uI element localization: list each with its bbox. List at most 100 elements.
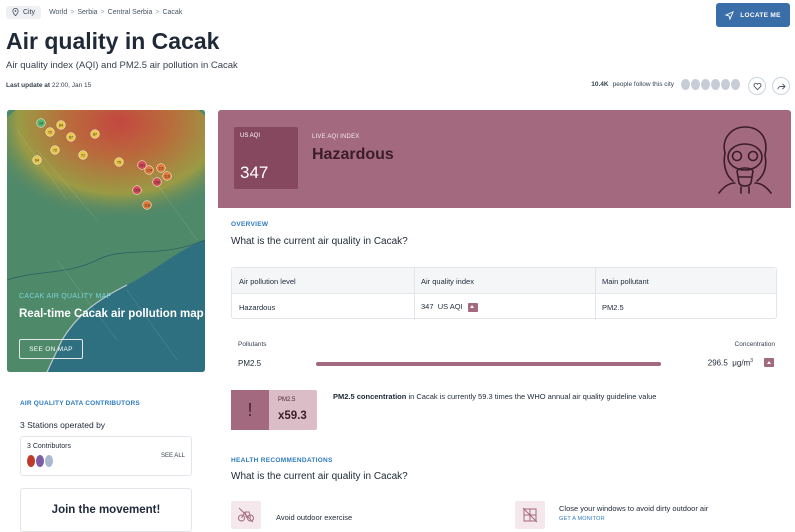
followers-info: 10.4K people follow this city bbox=[591, 79, 740, 90]
breadcrumb-cacak[interactable]: Cacak bbox=[162, 9, 182, 16]
map-station-marker[interactable]: 87 bbox=[90, 129, 100, 139]
who-text-rest: in Cacak is currently 59.3 times the WHO… bbox=[406, 392, 657, 401]
air-quality-map-card[interactable]: 14 84 72 87 87 72 64 71 75 124 161 111 116 159 159 118 … bbox=[7, 110, 205, 372]
closed-window-icon bbox=[522, 507, 538, 523]
svg-text:159: 159 bbox=[134, 188, 140, 192]
table-header-level: Air pollution level bbox=[239, 277, 296, 286]
health-recommendation: Avoid outdoor exercise bbox=[231, 501, 491, 529]
follower-avatars bbox=[681, 79, 740, 90]
aqi-up-arrow-icon bbox=[467, 302, 478, 312]
breadcrumb-separator: > bbox=[100, 8, 105, 16]
map-station-markers: 14 84 72 87 87 72 64 71 75 124161 111116 159 159 118 bbox=[32, 118, 172, 210]
table-divider bbox=[595, 268, 596, 320]
aqi-value: 347 bbox=[240, 163, 269, 182]
aqi-banner: US AQI 347 LIVE AQI INDEX Hazardous bbox=[218, 110, 791, 208]
avatar bbox=[45, 455, 53, 467]
pollutant-row: PM2.5 296.5 μg/m3 bbox=[231, 355, 777, 371]
aqi-unit-label: US AQI bbox=[240, 133, 261, 139]
last-update-label: Last update at bbox=[6, 82, 51, 89]
map-kicker: CACAK AIR QUALITY MAP bbox=[19, 293, 112, 300]
breadcrumb-world[interactable]: World bbox=[49, 9, 67, 16]
svg-text:72: 72 bbox=[53, 148, 57, 152]
aqi-level: Hazardous bbox=[312, 146, 394, 163]
health-recommendation: Close your windows to avoid dirty outdoo… bbox=[515, 501, 785, 529]
table-aqi-value: 347 bbox=[421, 302, 434, 311]
map-station-marker[interactable]: 72 bbox=[45, 127, 55, 137]
see-all-link[interactable]: SEE ALL bbox=[161, 453, 185, 459]
map-title: Real-time Cacak air pollution map bbox=[19, 308, 204, 320]
see-on-map-button[interactable]: SEE ON MAP bbox=[19, 339, 83, 359]
map-station-marker[interactable]: 71 bbox=[78, 150, 88, 160]
page-title: Air quality in Cacak bbox=[6, 28, 220, 54]
avatar bbox=[27, 455, 35, 467]
last-update-value: 22:00, Jan 15 bbox=[51, 82, 92, 89]
map-station-marker[interactable]: 75 bbox=[114, 157, 124, 167]
map-station-marker[interactable]: 161 bbox=[137, 160, 147, 170]
health-question: What is the current air quality in Cacak… bbox=[231, 471, 408, 482]
page-subtitle: Air quality index (AQI) and PM2.5 air po… bbox=[6, 60, 238, 71]
map-station-marker[interactable]: 111 bbox=[156, 163, 166, 173]
pollutant-value: 296.5 bbox=[707, 358, 728, 368]
breadcrumb-serbia[interactable]: Serbia bbox=[77, 9, 97, 16]
contributors-count: 3 Contributors bbox=[27, 443, 71, 450]
map-station-marker[interactable]: 87 bbox=[66, 132, 76, 142]
breadcrumb-separator: > bbox=[155, 8, 160, 16]
table-aqi-unit: US AQI bbox=[437, 302, 463, 311]
map-station-marker[interactable]: 159 bbox=[152, 177, 162, 187]
avatar bbox=[711, 79, 720, 90]
city-pill-label: City bbox=[23, 8, 36, 16]
contributors-box[interactable]: 3 Contributors SEE ALL bbox=[20, 436, 192, 476]
stations-count: 3 Stations operated by bbox=[20, 420, 106, 430]
map-station-marker[interactable]: 84 bbox=[56, 120, 66, 130]
contributors-header: AIR QUALITY DATA CONTRIBUTORS bbox=[20, 400, 140, 407]
contributor-avatars bbox=[27, 455, 53, 467]
aqi-summary-table: Air pollution level Air quality index Ma… bbox=[231, 267, 777, 320]
svg-text:159: 159 bbox=[154, 180, 160, 184]
table-divider bbox=[414, 268, 415, 320]
get-monitor-link[interactable]: GET A MONITOR bbox=[559, 516, 605, 522]
table-header-row bbox=[232, 268, 776, 294]
share-arrow-icon bbox=[776, 82, 786, 90]
who-text-bold: PM2.5 concentration bbox=[333, 392, 407, 401]
avatar bbox=[731, 79, 740, 90]
avatar bbox=[701, 79, 710, 90]
recommendation-text: Close your windows to avoid dirty outdoo… bbox=[559, 504, 709, 513]
recommendation-text: Avoid outdoor exercise bbox=[276, 513, 353, 522]
svg-text:84: 84 bbox=[59, 123, 63, 127]
navigation-arrow-icon bbox=[725, 10, 735, 20]
locate-me-button[interactable]: LOCATE ME bbox=[716, 3, 790, 27]
table-cell-aqi: 347 US AQI bbox=[421, 302, 478, 312]
heart-icon bbox=[753, 82, 761, 90]
overview-kicker: OVERVIEW bbox=[231, 221, 269, 228]
map-station-marker[interactable]: 118 bbox=[142, 200, 152, 210]
followers-text: people follow this city bbox=[612, 81, 674, 88]
svg-text:87: 87 bbox=[69, 135, 73, 139]
warning-icon: ! bbox=[231, 390, 269, 430]
who-factor-badge: ! PM2.5 x59.3 bbox=[231, 390, 317, 430]
svg-text:118: 118 bbox=[144, 203, 150, 207]
breadcrumb-central-serbia[interactable]: Central Serbia bbox=[108, 9, 153, 16]
concentration-label: Concentration bbox=[734, 341, 775, 348]
share-button[interactable] bbox=[772, 77, 790, 95]
svg-text:124: 124 bbox=[146, 168, 152, 172]
city-filter-pill[interactable]: City bbox=[6, 5, 42, 19]
follow-heart-button[interactable] bbox=[748, 77, 766, 95]
map-station-marker[interactable]: 159 bbox=[132, 185, 142, 195]
recommendation-icon-box bbox=[231, 501, 261, 529]
who-factor: x59.3 bbox=[278, 410, 307, 422]
aqi-value-box: US AQI 347 bbox=[234, 127, 298, 189]
last-update: Last update at 22:00, Jan 15 bbox=[6, 82, 91, 89]
live-aqi-label: LIVE AQI INDEX bbox=[312, 134, 360, 140]
pollutant-concentration: 296.5 μg/m3 bbox=[708, 358, 753, 368]
map-station-marker[interactable]: 14 bbox=[36, 118, 46, 128]
map-station-marker[interactable]: 64 bbox=[32, 155, 42, 165]
svg-text:87: 87 bbox=[93, 132, 97, 136]
table-cell-pollutant: PM2.5 bbox=[602, 303, 624, 312]
map-station-marker[interactable]: 116 bbox=[162, 171, 172, 181]
breadcrumb: City World > Serbia > Central Serbia > C… bbox=[6, 5, 182, 19]
map-station-marker[interactable]: 72 bbox=[50, 145, 60, 155]
avatar bbox=[721, 79, 730, 90]
join-movement-card[interactable]: Join the movement! bbox=[20, 488, 192, 532]
svg-text:75: 75 bbox=[117, 160, 121, 164]
svg-text:161: 161 bbox=[139, 163, 145, 167]
